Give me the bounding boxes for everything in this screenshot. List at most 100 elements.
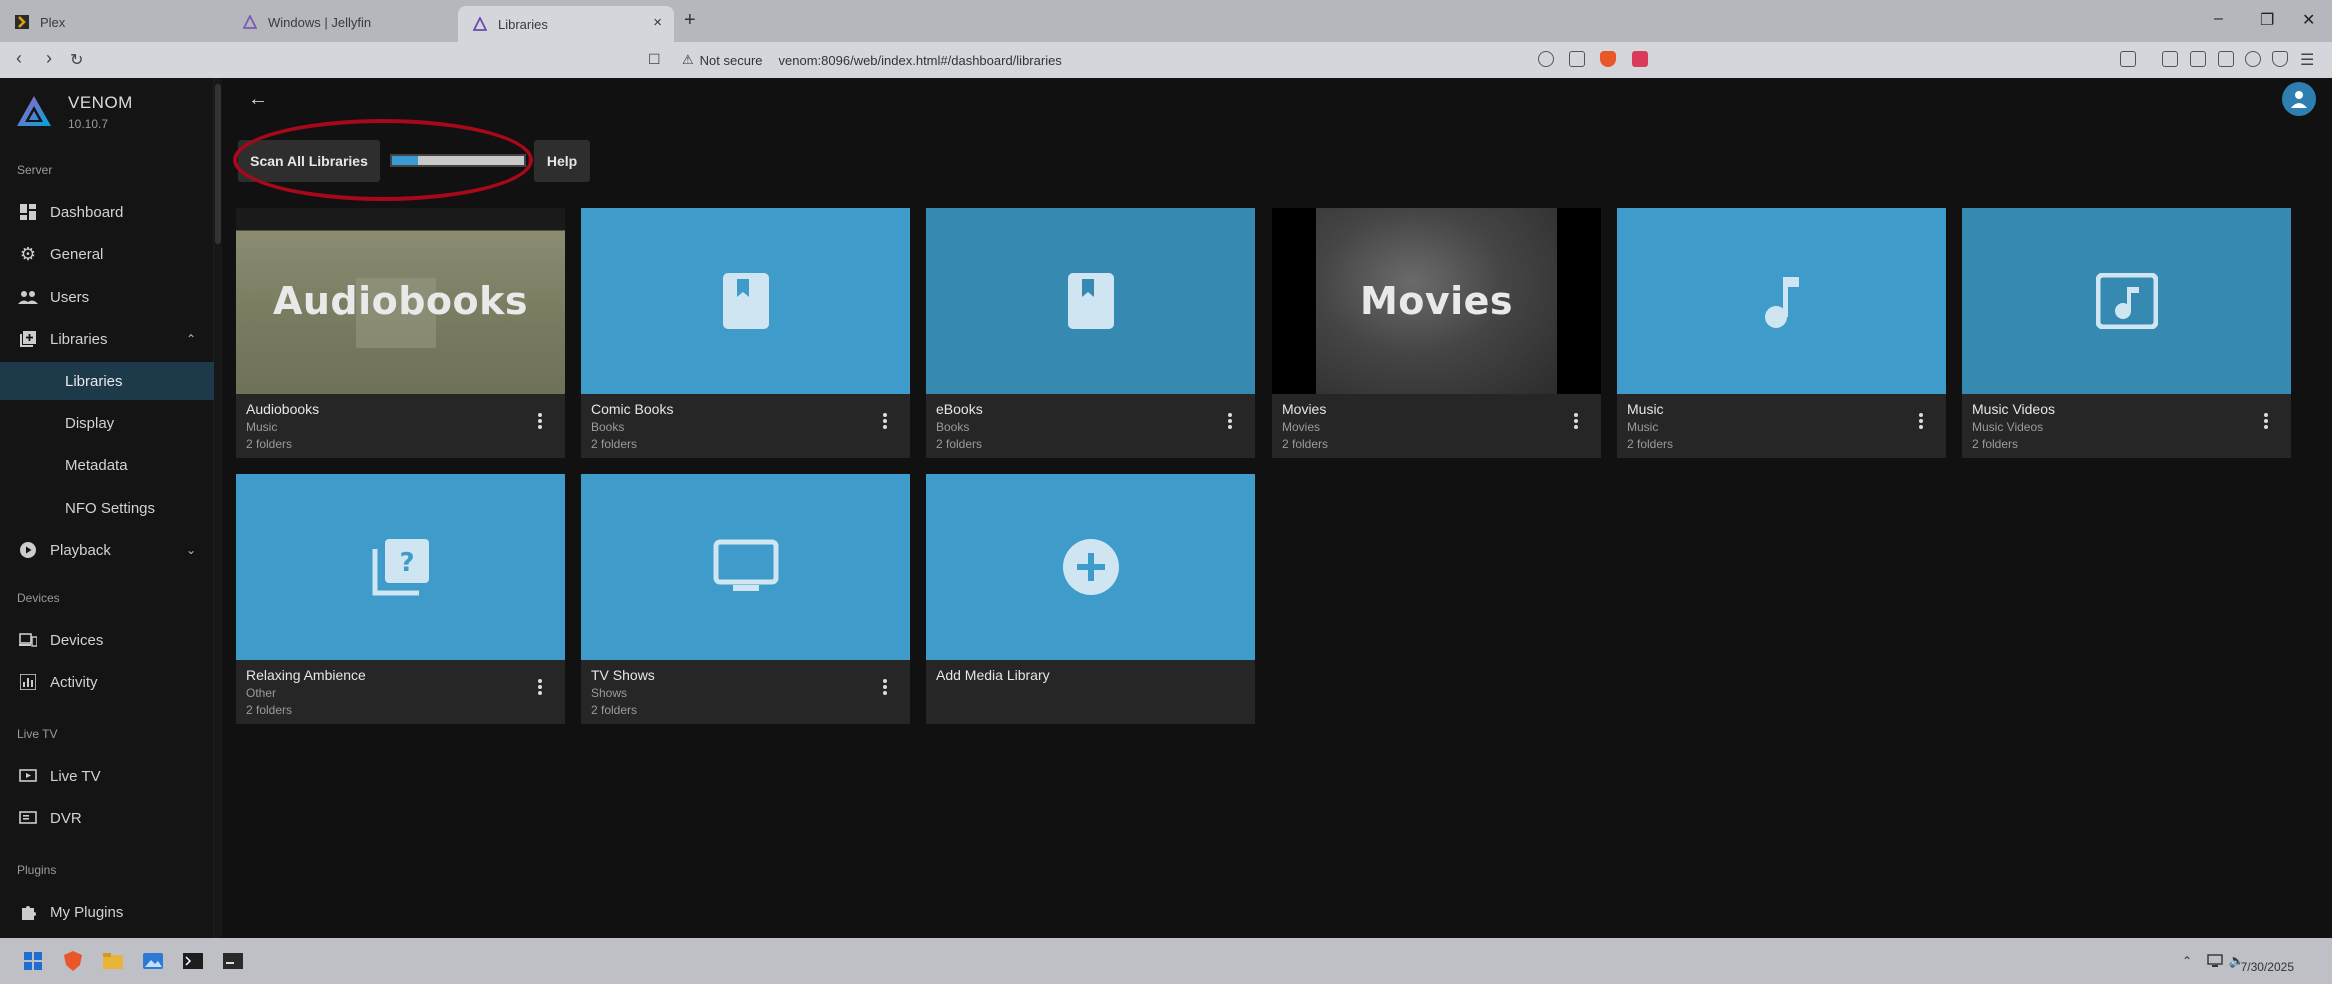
- more-vert-icon[interactable]: [882, 678, 888, 696]
- back-icon[interactable]: ‹: [16, 48, 22, 69]
- sidebar-subitem-nfo-settings[interactable]: NFO Settings: [0, 489, 214, 527]
- terminal-icon[interactable]: [182, 950, 204, 972]
- add-media-library-card[interactable]: Add Media Library: [926, 474, 1255, 724]
- library-card-music-videos[interactable]: Music Videos Music Videos 2 folders: [1962, 208, 2291, 458]
- sidebar-item-general[interactable]: ⚙ General: [0, 236, 214, 272]
- key-icon[interactable]: [1538, 51, 1554, 67]
- bookmark-icon[interactable]: ☐: [648, 51, 661, 68]
- library-folders: 2 folders: [1627, 437, 1674, 451]
- library-thumbnail[interactable]: [581, 208, 910, 394]
- network-icon[interactable]: [2204, 950, 2226, 972]
- new-tab-button[interactable]: +: [684, 9, 696, 32]
- reload-icon[interactable]: ↻: [70, 50, 83, 70]
- sidebar-item-label: DVR: [50, 809, 82, 827]
- library-card-relaxing-ambience[interactable]: ? Relaxing Ambience Other 2 folders: [236, 474, 565, 724]
- library-card-ebooks[interactable]: eBooks Books 2 folders: [926, 208, 1255, 458]
- reading-list-icon[interactable]: [2190, 51, 2206, 67]
- library-thumbnail[interactable]: [1962, 208, 2291, 394]
- sidebar-item-my-plugins[interactable]: My Plugins: [0, 894, 214, 930]
- library-thumbnail[interactable]: [1617, 208, 1946, 394]
- library-card-music[interactable]: Music Music 2 folders: [1617, 208, 1946, 458]
- sidebar-scrollbar[interactable]: [214, 78, 222, 938]
- activity-icon: [18, 672, 38, 692]
- forward-icon[interactable]: ›: [46, 48, 52, 69]
- sidebar-item-playback[interactable]: Playback ⌄: [0, 532, 214, 568]
- more-vert-icon[interactable]: [537, 412, 543, 430]
- sidebar-toggle-icon[interactable]: [2120, 51, 2136, 67]
- library-thumbnail[interactable]: Audiobooks: [236, 208, 565, 394]
- terminal-icon[interactable]: [222, 950, 244, 972]
- download-icon[interactable]: [2162, 51, 2178, 67]
- photos-icon[interactable]: [142, 950, 164, 972]
- more-vert-icon[interactable]: [1227, 412, 1233, 430]
- sidebar-item-activity[interactable]: Activity: [0, 664, 214, 700]
- sidebar-item-label: Live TV: [50, 767, 101, 785]
- more-vert-icon[interactable]: [537, 678, 543, 696]
- sidebar-item-users[interactable]: Users: [0, 279, 214, 315]
- user-avatar[interactable]: [2282, 82, 2316, 116]
- library-name: Movies: [1282, 401, 1327, 417]
- brave-shield-icon[interactable]: [1600, 51, 1616, 67]
- vpn-icon[interactable]: [2272, 51, 2288, 67]
- brave-rewards-icon[interactable]: [1632, 51, 1648, 67]
- windows-start-icon[interactable]: [22, 950, 44, 972]
- library-thumbnail[interactable]: [926, 474, 1255, 660]
- sidebar-item-libraries[interactable]: Libraries ⌃: [0, 321, 214, 357]
- library-folders: 2 folders: [246, 437, 293, 451]
- sidebar-subitem-metadata[interactable]: Metadata: [0, 446, 214, 484]
- url-field[interactable]: ⚠ Not secure venom:8096/web/index.html#/…: [682, 46, 1712, 74]
- sidebar-subitem-display[interactable]: Display: [0, 404, 214, 442]
- restore-button[interactable]: ❐: [2260, 10, 2274, 30]
- sidebar-item-devices[interactable]: Devices: [0, 622, 214, 658]
- tab-jellyfin[interactable]: Windows | Jellyfin: [228, 6, 456, 38]
- leo-ai-icon[interactable]: [2245, 51, 2261, 67]
- more-vert-icon[interactable]: [1573, 412, 1579, 430]
- library-card-movies[interactable]: Movies Movies Movies 2 folders: [1272, 208, 1601, 458]
- sidebar-item-dashboard[interactable]: Dashboard: [0, 194, 214, 230]
- chevron-down-icon[interactable]: ⌄: [186, 543, 196, 557]
- library-name: eBooks: [936, 401, 983, 417]
- library-card-comic-books[interactable]: Comic Books Books 2 folders: [581, 208, 910, 458]
- close-window-button[interactable]: ✕: [2302, 10, 2315, 30]
- more-vert-icon[interactable]: [882, 412, 888, 430]
- chevron-up-icon[interactable]: ⌃: [2176, 950, 2198, 972]
- menu-icon[interactable]: ☰: [2300, 50, 2314, 70]
- file-explorer-icon[interactable]: [102, 950, 124, 972]
- sidebar-item-label: Devices: [50, 631, 104, 649]
- tab-label: Plex: [40, 14, 66, 30]
- tab-libraries[interactable]: Libraries ×: [458, 6, 674, 42]
- minimize-button[interactable]: –: [2214, 10, 2223, 28]
- back-arrow-icon[interactable]: ←: [248, 88, 268, 111]
- section-devices: Devices: [17, 591, 60, 605]
- library-type: Shows: [591, 686, 628, 700]
- server-version: 10.10.7: [68, 117, 109, 131]
- library-thumbnail[interactable]: ?: [236, 474, 565, 660]
- sidebar-subitem-libraries[interactable]: Libraries: [0, 362, 214, 400]
- library-card-audiobooks[interactable]: Audiobooks Audiobooks Music 2 folders: [236, 208, 565, 458]
- help-button[interactable]: Help: [534, 140, 590, 182]
- library-overlay-title: Audiobooks: [272, 279, 529, 323]
- server-brand[interactable]: VENOM 10.10.7: [14, 92, 133, 132]
- tab-plex[interactable]: Plex: [0, 6, 228, 38]
- warning-icon: ⚠: [682, 52, 694, 67]
- book-icon: [722, 273, 769, 329]
- library-type: Books: [591, 420, 625, 434]
- share-icon[interactable]: [1569, 51, 1585, 67]
- sidebar-item-dvr[interactable]: DVR: [0, 800, 214, 836]
- wallet-icon[interactable]: [2218, 51, 2234, 67]
- library-thumbnail[interactable]: [581, 474, 910, 660]
- sidebar-item-livetv[interactable]: Live TV: [0, 758, 214, 794]
- library-card-tv-shows[interactable]: TV Shows Shows 2 folders: [581, 474, 910, 724]
- tv-icon: [713, 539, 778, 591]
- library-type: Other: [246, 686, 277, 700]
- more-vert-icon[interactable]: [1918, 412, 1924, 430]
- brave-browser-icon[interactable]: [62, 950, 84, 972]
- more-vert-icon[interactable]: [2263, 412, 2269, 430]
- library-folders: 2 folders: [591, 437, 638, 451]
- chevron-up-icon[interactable]: ⌃: [186, 332, 196, 346]
- library-thumbnail[interactable]: [926, 208, 1255, 394]
- play-circle-icon: [18, 540, 38, 560]
- taskbar-date[interactable]: 7/30/2025: [2241, 960, 2294, 974]
- close-tab-icon[interactable]: ×: [653, 14, 662, 31]
- library-thumbnail[interactable]: Movies: [1272, 208, 1601, 394]
